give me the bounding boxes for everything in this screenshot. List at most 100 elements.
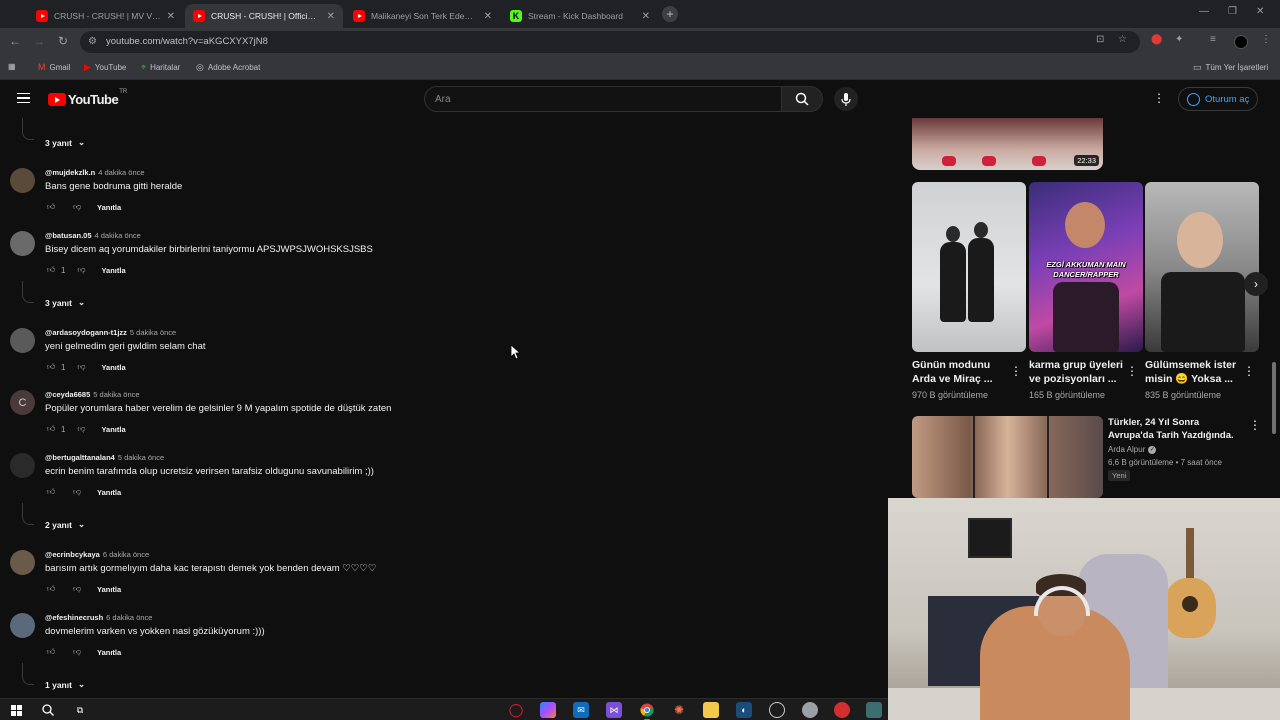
comment-time[interactable]: 5 dakika önce [118,453,164,462]
avatar[interactable] [10,328,35,353]
dislike-icon[interactable]: 👎︎ [71,486,83,498]
all-bookmarks[interactable]: ▭ Tüm Yer İşaretleri [1193,62,1268,73]
comment-author[interactable]: @mujdekzlk.n [45,168,95,177]
close-icon[interactable]: ✕ [642,11,650,22]
bookmark-gmail[interactable]: M Gmail [38,62,70,72]
task-view-icon[interactable]: ⧉ [72,702,88,718]
recommended-video-thumbnail[interactable] [912,416,1103,498]
bookmark-star-icon[interactable]: ☆ [1118,34,1127,45]
visual-studio-icon[interactable]: ⋈ [606,702,622,718]
like-icon[interactable]: 👍︎ [45,423,57,435]
replies-toggle[interactable]: 3 yanıt ⌄ [45,297,85,308]
menu-icon[interactable] [17,93,30,103]
browser-tab[interactable]: K Stream - Kick Dashboard ✕ [502,4,658,28]
reply-button[interactable]: Yanıtla [97,488,121,497]
mail-icon[interactable]: ✉ [573,702,589,718]
like-icon[interactable]: 👍︎ [45,201,57,213]
video-title[interactable]: Türkler, 24 Yıl Sonra Avrupa'da Tarih Ya… [1108,416,1244,442]
bookmark-maps[interactable]: ⌖ Haritalar [141,62,180,73]
app-icon[interactable] [866,702,882,718]
app-icon[interactable]: ✺ [671,702,687,718]
opera-extension-icon[interactable]: ⬤ [1151,34,1162,45]
app-icon[interactable] [802,702,818,718]
app-icon[interactable] [769,702,785,718]
dislike-icon[interactable]: 👎︎ [75,423,87,435]
scrollbar-thumb[interactable] [1272,362,1276,434]
dislike-icon[interactable]: 👎︎ [71,646,83,658]
like-icon[interactable]: 👍︎ [45,486,57,498]
avatar[interactable] [10,613,35,638]
reply-button[interactable]: Yanıtla [101,363,125,372]
short-thumbnail[interactable] [912,182,1026,352]
browser-tab[interactable]: CRUSH - CRUSH! | MV Vlog - YouTube ✕ [28,4,183,28]
recommended-video-thumbnail[interactable]: 22:33 [912,118,1103,170]
install-app-icon[interactable]: ⊡ [1096,34,1104,45]
media-control-icon[interactable]: ≡ [1210,34,1216,45]
forward-icon[interactable]: → [31,34,47,48]
avatar[interactable] [10,231,35,256]
search-input[interactable] [435,91,765,107]
comment-time[interactable]: 4 dakika önce [95,231,141,240]
close-icon[interactable]: ✕ [327,11,335,22]
short-title[interactable]: Gülümsemek ister misin 😄 Yoksa ... [1145,358,1245,386]
minimize-icon[interactable]: — [1199,6,1209,17]
youtube-logo[interactable]: YouTube TR [48,89,127,107]
restore-icon[interactable]: ❐ [1228,6,1237,17]
app-icon[interactable] [834,702,850,718]
search-button[interactable] [781,86,823,112]
short-title[interactable]: Günün modunu Arda ve Miraç ... [912,358,1012,386]
dislike-icon[interactable]: 👎︎ [71,201,83,213]
more-options-icon[interactable]: ⋮ [1249,418,1261,432]
more-options-icon[interactable]: ⋮ [1010,364,1022,378]
reply-button[interactable]: Yanıtla [97,648,121,657]
replies-toggle[interactable]: 1 yanıt ⌄ [45,679,85,690]
close-icon[interactable]: ✕ [484,11,492,22]
voice-search-button[interactable] [834,87,858,111]
comment-time[interactable]: 4 dakika önce [98,168,144,177]
browser-tab[interactable]: Malikaneyi Son Terk Eden Kazanır ✕ [345,4,500,28]
like-icon[interactable]: 👍︎ [45,264,57,276]
dislike-icon[interactable]: 👎︎ [75,264,87,276]
replies-toggle[interactable]: 3 yanıt ⌄ [45,137,85,148]
bookmark-youtube[interactable]: ▶ YouTube [84,62,126,73]
extensions-icon[interactable]: ✦ [1175,34,1183,45]
short-thumbnail[interactable]: EZGİ AKKUMAN MAIN DANCER/RAPPER [1029,182,1143,352]
back-icon[interactable]: ← [7,34,23,48]
browser-tab-active[interactable]: CRUSH - CRUSH! | Official Music Video ✕ [185,4,343,28]
comment-author[interactable]: @ecrinbcykaya [45,550,100,559]
like-icon[interactable]: 👍︎ [45,361,57,373]
bookmark-acrobat[interactable]: ◎ Adobe Acrobat [196,62,260,73]
apps-grid-icon[interactable]: ▦ [8,62,16,71]
close-icon[interactable]: ✕ [167,11,175,22]
file-explorer-icon[interactable] [703,702,719,718]
search-icon[interactable] [40,702,56,718]
reply-button[interactable]: Yanıtla [101,425,125,434]
reload-icon[interactable]: ↻ [55,34,71,48]
chrome-icon[interactable] [639,702,655,720]
more-options-icon[interactable]: ⋮ [1126,364,1138,378]
shorts-next-button[interactable]: › [1244,272,1268,296]
channel-name[interactable]: Arda Alpur ✓ [1108,445,1157,454]
like-icon[interactable]: 👍︎ [45,646,57,658]
new-tab-button[interactable]: + [662,6,678,22]
copilot-icon[interactable] [540,702,556,718]
comment-time[interactable]: 6 dakika önce [106,613,152,622]
comment-author[interactable]: @efeshinecrush [45,613,103,622]
reply-button[interactable]: Yanıtla [101,266,125,275]
settings-more-icon[interactable]: · · · [1155,87,1163,108]
comment-time[interactable]: 5 dakika önce [93,390,139,399]
avatar[interactable] [10,550,35,575]
comment-time[interactable]: 5 dakika önce [130,328,176,337]
short-thumbnail[interactable] [1145,182,1259,352]
address-bar[interactable]: ⚙ youtube.com/watch?v=aKGCXYX7jN8 [80,31,1140,53]
reply-button[interactable]: Yanıtla [97,585,121,594]
dislike-icon[interactable]: 👎︎ [71,583,83,595]
comment-author[interactable]: @batusan.05 [45,231,92,240]
windows-start-icon[interactable] [8,702,24,718]
comment-author[interactable]: @ceyda6685 [45,390,90,399]
steam-icon[interactable]: ◐ [736,702,752,718]
replies-toggle[interactable]: 2 yanıt ⌄ [45,519,85,530]
site-info-icon[interactable]: ⚙ [88,36,97,47]
profile-avatar[interactable] [1234,35,1248,49]
comment-author[interactable]: @bertugalttanalan4 [45,453,115,462]
